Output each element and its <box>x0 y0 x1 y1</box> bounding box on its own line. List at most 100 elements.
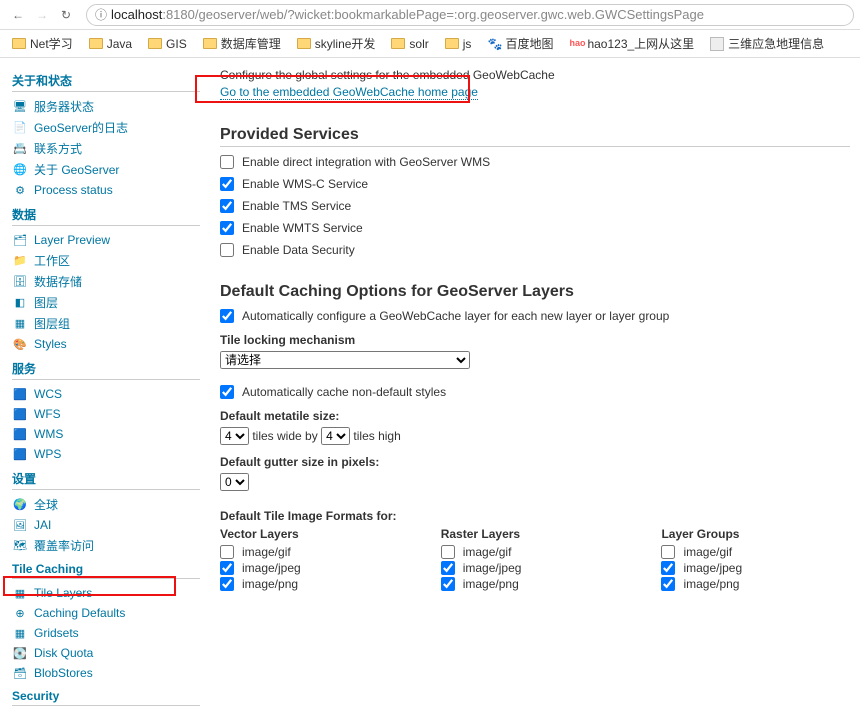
bookmark-item[interactable]: js <box>439 35 478 53</box>
select-metatile-w[interactable]: 4 <box>220 427 249 445</box>
chk-group-gif[interactable] <box>661 545 675 559</box>
address-bar[interactable]: ⓘ localhost:8180/geoserver/web/?wicket:b… <box>86 4 854 26</box>
chk-auto-cache-styles[interactable] <box>220 385 234 399</box>
bookmark-item[interactable]: 🐾百度地图 <box>481 33 559 54</box>
lbl-group-gif: image/gif <box>683 545 732 559</box>
lbl-wmsc: Enable WMS-C Service <box>242 177 368 191</box>
contact-icon: 📇 <box>12 141 28 157</box>
bookmark-item[interactable]: 三维应急地理信息 <box>704 33 830 54</box>
lbl-locking: Tile locking mechanism <box>220 333 850 347</box>
chk-vector-jpeg[interactable] <box>220 561 234 575</box>
select-gutter[interactable]: 0 <box>220 473 249 491</box>
bookmark-item[interactable]: GIS <box>142 35 193 53</box>
main-content: Configure the global settings for the em… <box>200 58 860 718</box>
sidebar-item-global[interactable]: 🌍全球 <box>12 496 200 513</box>
lbl-raster-png: image/png <box>463 577 519 591</box>
back-button[interactable]: ← <box>6 3 30 27</box>
sidebar-item-layers[interactable]: ◧图层 <box>12 294 200 311</box>
raster-title: Raster Layers <box>441 527 522 541</box>
select-locking[interactable]: 请选择 <box>220 351 470 369</box>
provided-services-title: Provided Services <box>220 126 850 147</box>
sidebar-item-contact[interactable]: 📇联系方式 <box>12 140 200 157</box>
lbl-vector-gif: image/gif <box>242 545 291 559</box>
chk-tms[interactable] <box>220 199 234 213</box>
sidebar: 关于和状态 🖥服务器状态 📄GeoServer的日志 📇联系方式 🌐关于 Geo… <box>0 58 200 718</box>
bookmark-item[interactable]: skyline开发 <box>291 33 382 54</box>
browser-toolbar: ← → ↻ ⓘ localhost:8180/geoserver/web/?wi… <box>0 0 860 30</box>
lbl-auto-cache-styles: Automatically cache non-default styles <box>242 385 446 399</box>
bookmark-item[interactable]: Java <box>83 35 138 53</box>
sidebar-item-disk-quota[interactable]: 💽Disk Quota <box>12 645 200 661</box>
workspace-icon: 📁 <box>12 253 28 269</box>
lbl-tiles-high: tiles high <box>353 429 400 443</box>
sidebar-item-wps[interactable]: 🟦WPS <box>12 446 200 462</box>
chk-vector-gif[interactable] <box>220 545 234 559</box>
sidebar-item-wcs[interactable]: 🟦WCS <box>12 386 200 402</box>
gwc-home-link[interactable]: Go to the embedded GeoWebCache home page <box>220 85 478 100</box>
sidebar-item-jai[interactable]: 🖼JAI <box>12 517 200 533</box>
forward-button[interactable]: → <box>30 3 54 27</box>
sidebar-item-logs[interactable]: 📄GeoServer的日志 <box>12 119 200 136</box>
globe-icon: 🌍 <box>12 497 28 513</box>
sidebar-item-blobstores[interactable]: 🗃BlobStores <box>12 665 200 681</box>
bookmark-item[interactable]: haohao123_上网从这里 <box>563 33 700 54</box>
sidebar-item-about[interactable]: 🌐关于 GeoServer <box>12 161 200 178</box>
chk-auto-configure[interactable] <box>220 309 234 323</box>
sidebar-item-workspaces[interactable]: 📁工作区 <box>12 252 200 269</box>
sidebar-heading-data: 数据 <box>12 206 200 226</box>
layergroup-icon: ▦ <box>12 316 28 332</box>
sidebar-item-wms[interactable]: 🟦WMS <box>12 426 200 442</box>
select-metatile-h[interactable]: 4 <box>321 427 350 445</box>
lbl-gutter: Default gutter size in pixels: <box>220 455 850 469</box>
sidebar-item-tile-layers[interactable]: ▦Tile Layers <box>12 585 200 601</box>
group-title: Layer Groups <box>661 527 742 541</box>
sidebar-heading-services: 服务 <box>12 360 200 380</box>
chk-data-security[interactable] <box>220 243 234 257</box>
chk-wmsc[interactable] <box>220 177 234 191</box>
folder-icon <box>203 38 217 49</box>
chk-raster-gif[interactable] <box>441 545 455 559</box>
lbl-tms: Enable TMS Service <box>242 199 351 213</box>
caching-defaults-icon: ⊕ <box>12 605 28 621</box>
baidu-icon: 🐾 <box>487 37 501 51</box>
sidebar-item-server-status[interactable]: 🖥服务器状态 <box>12 98 200 115</box>
sidebar-item-wfs[interactable]: 🟦WFS <box>12 406 200 422</box>
chk-group-jpeg[interactable] <box>661 561 675 575</box>
sidebar-item-coverage[interactable]: 🗺覆盖率访问 <box>12 537 200 554</box>
sidebar-item-layergroups[interactable]: ▦图层组 <box>12 315 200 332</box>
bookmark-item[interactable]: 数据库管理 <box>197 33 287 54</box>
chk-direct-integration[interactable] <box>220 155 234 169</box>
gear-icon: ⚙ <box>12 182 28 198</box>
lbl-raster-jpeg: image/jpeg <box>463 561 522 575</box>
lbl-raster-gif: image/gif <box>463 545 512 559</box>
folder-icon <box>89 38 103 49</box>
sidebar-item-layer-preview[interactable]: 🗂Layer Preview <box>12 232 200 248</box>
bookmark-icon <box>710 37 724 51</box>
lbl-group-jpeg: image/jpeg <box>683 561 742 575</box>
sidebar-item-styles[interactable]: 🎨Styles <box>12 336 200 352</box>
chk-wmts[interactable] <box>220 221 234 235</box>
site-info-icon[interactable]: ⓘ <box>95 6 107 23</box>
wps-icon: 🟦 <box>12 446 28 462</box>
lbl-tiles-wide: tiles wide by <box>252 429 317 443</box>
chk-raster-png[interactable] <box>441 577 455 591</box>
store-icon: 🗄 <box>12 274 28 290</box>
sidebar-item-process-status[interactable]: ⚙Process status <box>12 182 200 198</box>
sidebar-item-stores[interactable]: 🗄数据存储 <box>12 273 200 290</box>
blobstore-icon: 🗃 <box>12 665 28 681</box>
wfs-icon: 🟦 <box>12 406 28 422</box>
reload-button[interactable]: ↻ <box>54 3 78 27</box>
sidebar-item-caching-defaults[interactable]: ⊕Caching Defaults <box>12 605 200 621</box>
sidebar-item-gridsets[interactable]: ▦Gridsets <box>12 625 200 641</box>
coverage-icon: 🗺 <box>12 538 28 554</box>
wcs-icon: 🟦 <box>12 386 28 402</box>
chk-vector-png[interactable] <box>220 577 234 591</box>
vector-title: Vector Layers <box>220 527 301 541</box>
bookmark-item[interactable]: Net学习 <box>6 33 79 54</box>
lbl-formats: Default Tile Image Formats for: <box>220 509 850 523</box>
chk-raster-jpeg[interactable] <box>441 561 455 575</box>
lbl-vector-jpeg: image/jpeg <box>242 561 301 575</box>
chk-group-png[interactable] <box>661 577 675 591</box>
lbl-wmts: Enable WMTS Service <box>242 221 363 235</box>
bookmark-item[interactable]: solr <box>385 35 434 53</box>
